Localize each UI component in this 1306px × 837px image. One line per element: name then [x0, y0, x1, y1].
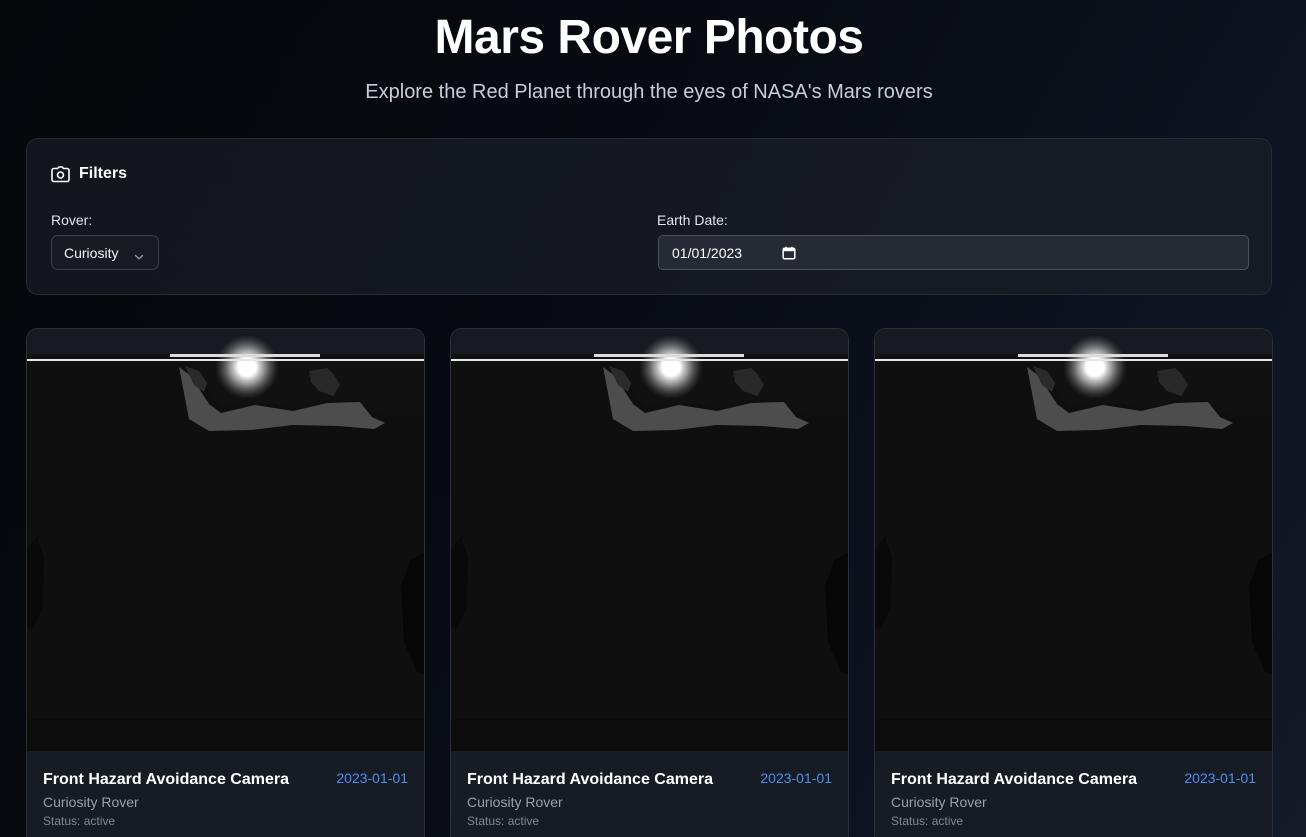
photo-date: 2023-01-01 [336, 770, 408, 786]
rover-name: Curiosity Rover [467, 794, 563, 810]
page-title: Mars Rover Photos [434, 11, 864, 64]
photo-card[interactable]: Front Hazard Avoidance Camera 2023-01-01… [26, 328, 425, 837]
page-subtitle: Explore the Red Planet through the eyes … [365, 81, 933, 103]
earth-date-value: 01/01/2023 [672, 244, 743, 261]
rover-photo[interactable] [27, 329, 424, 751]
photo-info: Front Hazard Avoidance Camera 2023-01-01… [451, 751, 848, 837]
earth-date-input[interactable]: 01/01/2023 [658, 235, 1249, 270]
mars-rover-photos-page: Mars Rover Photos Explore the Red Planet… [0, 0, 1306, 837]
rover-status: Status: active [891, 814, 964, 828]
camera-name: Front Hazard Avoidance Camera [43, 771, 289, 788]
photo-card[interactable]: Front Hazard Avoidance Camera 2023-01-01… [450, 328, 849, 837]
earth-date-label: Earth Date: [657, 212, 728, 228]
photo-date: 2023-01-01 [1184, 770, 1256, 786]
camera-icon [51, 165, 70, 183]
rover-select-value: Curiosity [64, 244, 119, 261]
photo-info: Front Hazard Avoidance Camera 2023-01-01… [27, 751, 424, 837]
rover-status: Status: active [43, 814, 116, 828]
camera-name: Front Hazard Avoidance Camera [467, 771, 713, 788]
rover-photo[interactable] [451, 329, 848, 751]
chevron-down-icon [134, 248, 144, 264]
rover-name: Curiosity Rover [43, 794, 139, 810]
rover-status: Status: active [467, 814, 540, 828]
rover-label: Rover: [51, 212, 93, 228]
filters-panel: Filters Rover: Curiosity Earth Date: 01/… [26, 138, 1272, 295]
filters-title: Filters [79, 165, 128, 182]
rover-photo[interactable] [875, 329, 1272, 751]
calendar-icon[interactable] [782, 246, 796, 263]
filters-heading: Filters [51, 165, 127, 183]
rover-select[interactable]: Curiosity [51, 235, 159, 270]
photo-info: Front Hazard Avoidance Camera 2023-01-01… [875, 751, 1272, 837]
photo-card[interactable]: Front Hazard Avoidance Camera 2023-01-01… [874, 328, 1273, 837]
photo-date: 2023-01-01 [760, 770, 832, 786]
rover-name: Curiosity Rover [891, 794, 987, 810]
camera-name: Front Hazard Avoidance Camera [891, 771, 1137, 788]
